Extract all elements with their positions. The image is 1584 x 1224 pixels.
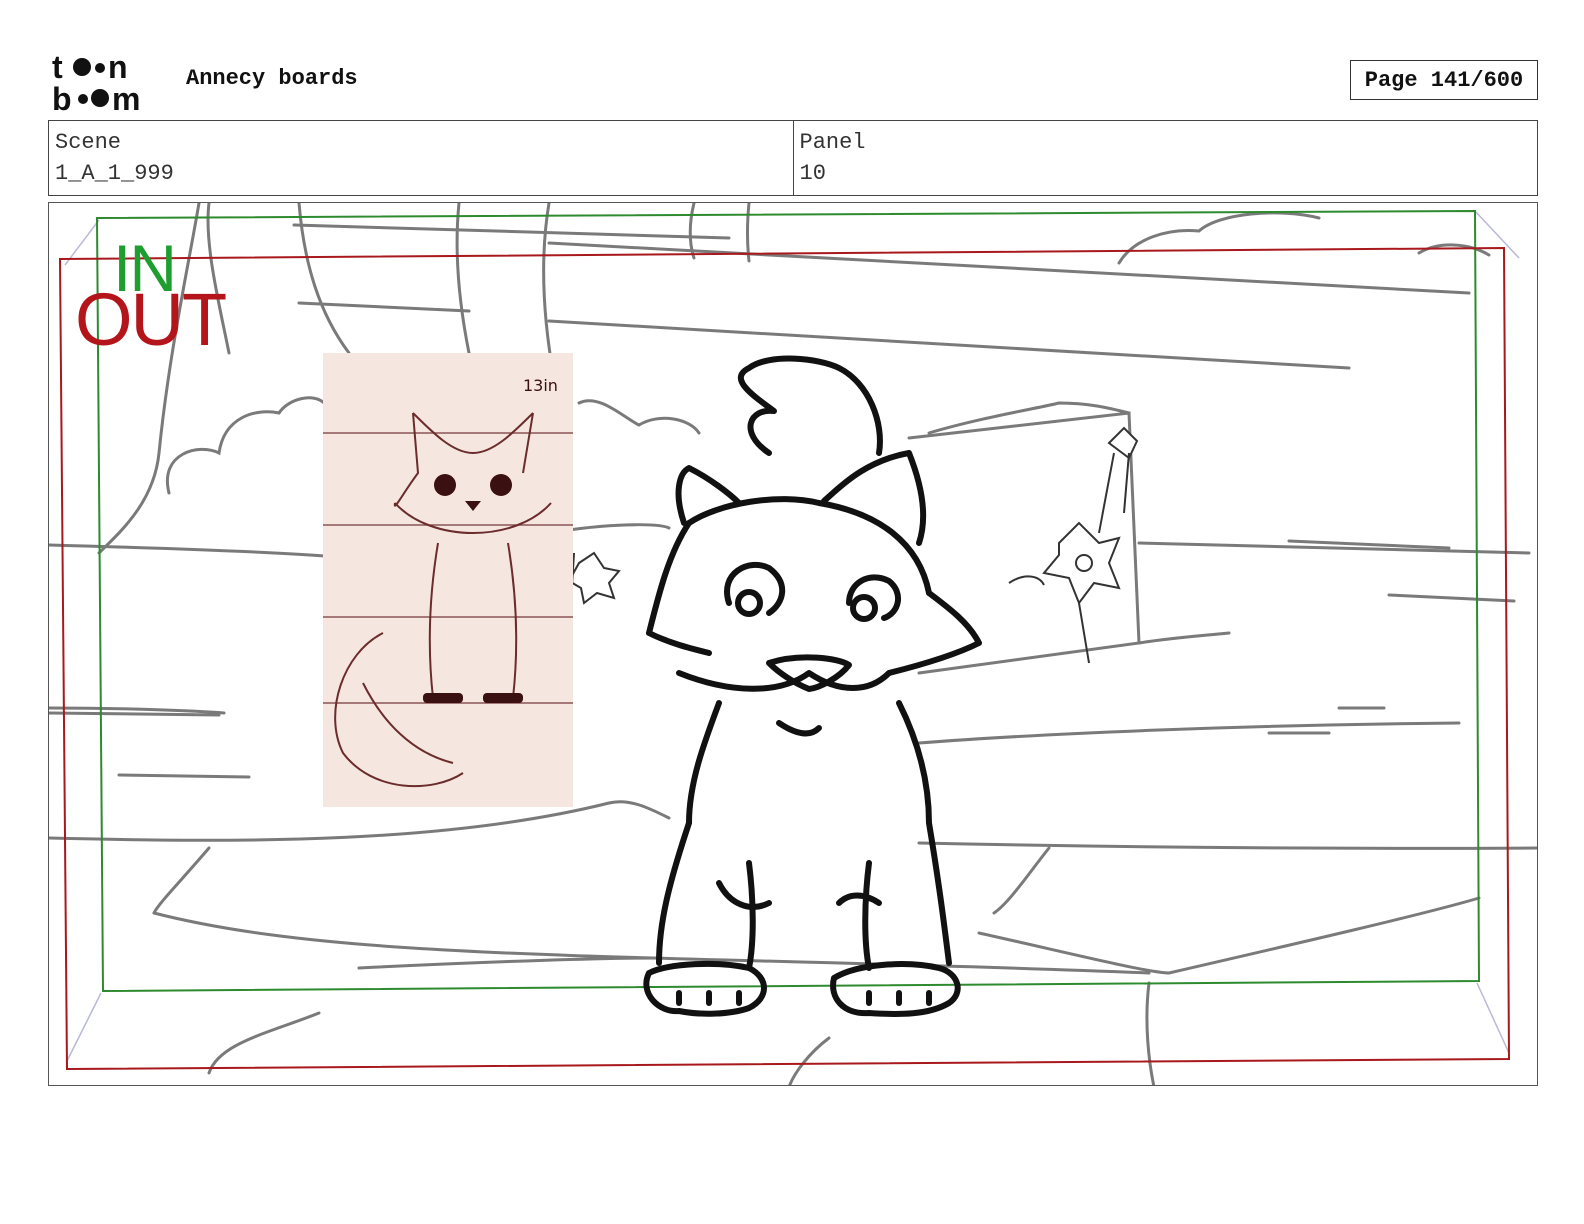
out-frame-label: OUT — [75, 278, 227, 361]
scene-label: Scene — [55, 130, 122, 155]
project-title: Annecy boards — [186, 66, 358, 91]
panel-label: Panel — [799, 130, 866, 155]
toon-boom-logo: t n b m — [52, 50, 164, 114]
reference-height-note: 13in — [523, 376, 558, 395]
scene-cell: Scene 1_A_1_999 — [49, 121, 793, 195]
panel-cell: Panel 10 — [792, 121, 1538, 195]
scene-panel-info: Scene 1_A_1_999 Panel 10 — [48, 120, 1538, 196]
panel-value: 10 — [799, 161, 826, 186]
fox-reference-sketch: 13in — [323, 376, 573, 788]
svg-text:b: b — [52, 81, 72, 114]
storyboard-panel: 13in IN OUT — [48, 202, 1538, 1086]
page-indicator: Page 141/600 — [1350, 60, 1538, 100]
scene-value: 1_A_1_999 — [55, 161, 174, 186]
svg-text:n: n — [108, 50, 128, 85]
svg-text:t: t — [52, 50, 63, 85]
reference-image: 13in — [323, 353, 573, 807]
svg-text:m: m — [112, 81, 140, 114]
background-sketch — [49, 203, 1537, 1085]
